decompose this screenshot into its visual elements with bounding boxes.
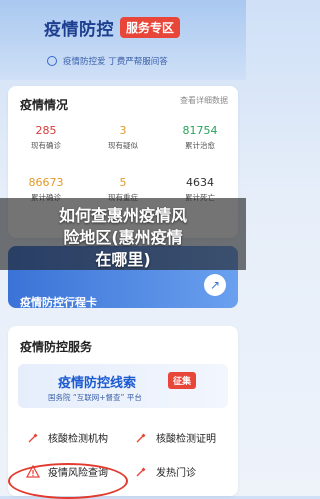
stats-more-link[interactable]: 查看详细数据 xyxy=(180,95,228,106)
brand-header: 疫情防控 服务专区 xyxy=(44,16,181,40)
services-card-title: 疫情防控服务 xyxy=(20,340,93,354)
stats-card-title: 疫情情况 xyxy=(20,98,69,112)
headline-text: 如何查惠州疫情风 险地区(惠州疫情 在哪里) xyxy=(0,205,246,271)
stat-value: 285 xyxy=(35,124,57,137)
service-item-nucleic-test-org[interactable]: 核酸检测机构 xyxy=(26,430,108,445)
stat-label: 现有确诊 xyxy=(31,141,61,150)
subtitle-row: 疫情防控爱 丁费严帮服间答 xyxy=(47,55,168,67)
syringe-icon xyxy=(26,431,40,445)
headline-line-1: 如何查惠州疫情风 xyxy=(58,206,187,225)
stat-value: 3 xyxy=(119,124,127,137)
headline-line-2: 险地区(惠州疫情 xyxy=(63,228,183,247)
subtitle-text: 疫情防控爱 丁费严帮服间答 xyxy=(63,57,168,67)
service-item-fever-clinic[interactable]: 发热门诊 xyxy=(134,464,196,479)
clue-collection-banner[interactable]: 疫情防控线索 征集 国务院 “互联网+督查” 平台 xyxy=(18,364,228,408)
brand-title: 疫情防控 xyxy=(44,19,114,40)
brand-badge: 服务专区 xyxy=(120,16,181,38)
promo-title: 疫情防控行程卡 xyxy=(20,296,97,308)
open-link-icon[interactable]: ↗ xyxy=(204,274,226,296)
stat-value: 5 xyxy=(119,176,127,189)
stat-value: 81754 xyxy=(182,124,218,137)
stat-cumulative-cured: 81754 累计治愈 xyxy=(162,124,238,151)
syringe-icon xyxy=(134,431,148,445)
stat-value: 4634 xyxy=(186,176,214,189)
banner-tag: 征集 xyxy=(168,372,197,389)
headline-line-3: 在哪里) xyxy=(95,250,151,269)
location-icon xyxy=(47,56,57,66)
banner-subtitle: 国务院 “互联网+督查” 平台 xyxy=(48,393,142,402)
syringe-icon xyxy=(134,465,148,479)
service-label: 核酸检测机构 xyxy=(48,434,108,445)
stat-label: 现有疑似 xyxy=(108,141,138,150)
stat-label: 累计治愈 xyxy=(185,141,215,150)
stat-current-suspected: 3 现有疑似 xyxy=(85,124,161,151)
banner-title: 疫情防控线索 xyxy=(58,376,137,391)
service-label: 核酸检测证明 xyxy=(156,434,216,445)
highlight-circle xyxy=(8,463,128,499)
service-item-nucleic-test-cert[interactable]: 核酸检测证明 xyxy=(134,430,216,445)
top-banner xyxy=(0,0,246,80)
service-label: 发热门诊 xyxy=(156,468,196,479)
stat-value: 86673 xyxy=(28,176,64,189)
stat-current-confirmed: 285 现有确诊 xyxy=(8,124,84,151)
